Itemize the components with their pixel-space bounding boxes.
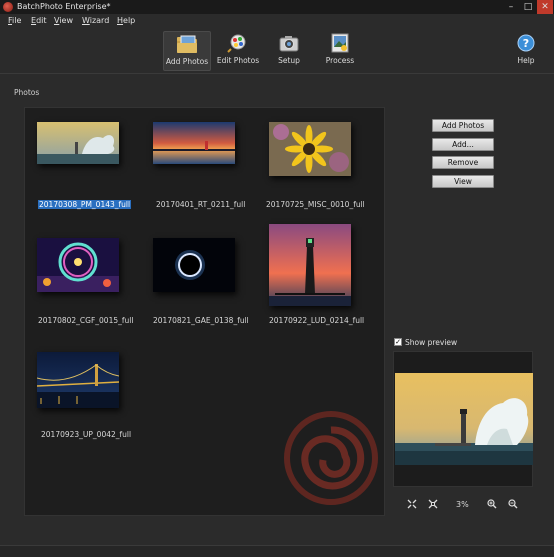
add-photos-toolbar-label: Add Photos <box>165 57 209 66</box>
preview-pane <box>393 351 533 487</box>
camera-gear-icon <box>278 33 300 53</box>
zoom-in-icon[interactable] <box>487 499 497 511</box>
show-preview-label: Show preview <box>405 338 458 347</box>
maximize-icon[interactable]: □ <box>520 0 536 14</box>
show-preview-checkbox[interactable]: ✓ <box>394 338 402 346</box>
title-bar: BatchPhoto Enterprise* – □ ✕ <box>0 0 554 14</box>
help-icon: ? <box>515 33 537 53</box>
magnifier-palette-icon <box>227 33 249 53</box>
edit-photos-toolbar-button[interactable]: Edit Photos <box>214 31 262 71</box>
help-toolbar-label: Help <box>517 56 535 65</box>
add-photos-button[interactable]: Add Photos <box>432 119 494 132</box>
process-image-icon <box>329 33 351 53</box>
photo-thumbnail[interactable] <box>37 122 119 164</box>
window-title: BatchPhoto Enterprise* <box>17 2 111 11</box>
preview-image <box>395 373 533 465</box>
photo-filename: 20170725_MISC_0010_full <box>266 200 365 209</box>
menu-wizard[interactable]: Wizard <box>82 16 109 25</box>
photo-filename: 20170802_CGF_0015_full <box>38 316 134 325</box>
app-logo-icon <box>3 2 13 12</box>
process-toolbar-label: Process <box>325 56 355 65</box>
minimize-icon[interactable]: – <box>503 0 519 14</box>
close-icon[interactable]: ✕ <box>537 0 553 14</box>
add-more-button[interactable]: Add... <box>432 138 494 151</box>
help-toolbar-button[interactable]: ? Help <box>502 31 550 71</box>
photo-filename: 20170821_GAE_0138_full <box>153 316 249 325</box>
watermark-swirl <box>284 411 378 505</box>
photos-section-label: Photos <box>14 88 40 97</box>
edit-photos-toolbar-label: Edit Photos <box>216 56 260 65</box>
menu-file[interactable]: File <box>8 16 21 25</box>
photo-filename: 20170308_PM_0143_full <box>38 200 132 209</box>
photo-thumbnail[interactable] <box>269 122 351 176</box>
fit-to-window-icon[interactable] <box>407 499 417 511</box>
status-bar <box>0 545 554 557</box>
photo-thumbnail[interactable] <box>269 224 351 306</box>
zoom-level: 3% <box>456 500 469 509</box>
add-photos-toolbar-button[interactable]: Add Photos <box>163 31 211 71</box>
photos-panel[interactable]: 20170308_PM_0143_full 20170401_RT_0211_f… <box>24 107 385 516</box>
remove-button[interactable]: Remove <box>432 156 494 169</box>
photo-thumbnail[interactable] <box>37 238 119 292</box>
setup-toolbar-button[interactable]: Setup <box>265 31 313 71</box>
menu-help[interactable]: Help <box>117 16 135 25</box>
menu-view[interactable]: View <box>54 16 73 25</box>
photo-thumbnail[interactable] <box>37 352 119 408</box>
folder-photo-icon <box>176 34 198 54</box>
photo-thumbnail[interactable] <box>153 122 235 164</box>
menu-bar: File Edit View Wizard Help <box>0 14 554 28</box>
zoom-out-icon[interactable] <box>508 499 518 511</box>
menu-edit[interactable]: Edit <box>31 16 47 25</box>
actual-size-icon[interactable] <box>428 499 438 511</box>
photo-filename: 20170922_LUD_0214_full <box>269 316 365 325</box>
main-toolbar: Add Photos Edit Photos Setup Process ? H… <box>0 28 554 74</box>
view-button[interactable]: View <box>432 175 494 188</box>
photo-filename: 20170401_RT_0211_full <box>156 200 246 209</box>
photo-thumbnail[interactable] <box>153 238 235 292</box>
svg-text:?: ? <box>523 37 529 50</box>
setup-toolbar-label: Setup <box>278 56 300 65</box>
process-toolbar-button[interactable]: Process <box>316 31 364 71</box>
photo-filename: 20170923_UP_0042_full <box>41 430 132 439</box>
